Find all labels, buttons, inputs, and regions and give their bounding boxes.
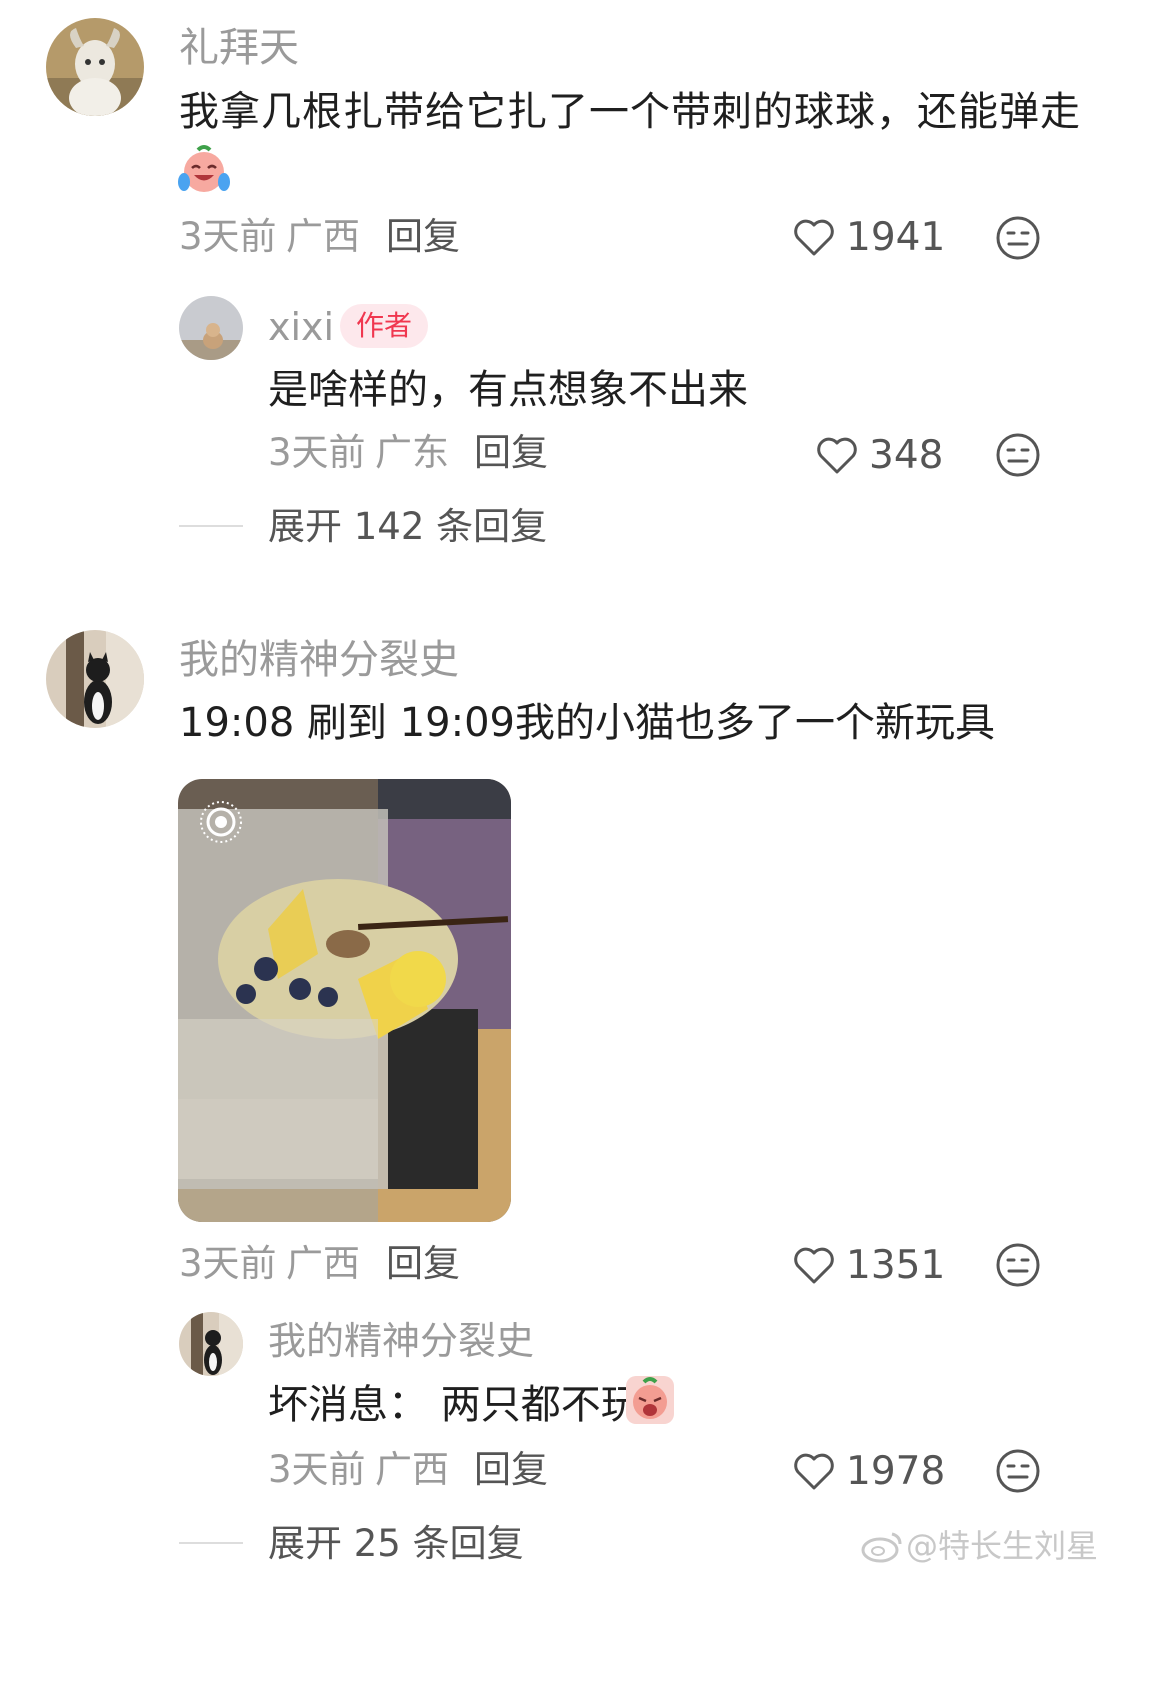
heart-icon [794,1247,834,1284]
reply-text: 坏消息： 两只都不玩 [268,1382,641,1428]
avatar[interactable] [46,18,144,116]
like-button[interactable]: 1941 [792,214,945,260]
dislike-face-icon [996,1449,1040,1493]
dislike-face-icon [996,216,1040,260]
crying-emoji-icon [626,1376,674,1424]
comment-time: 3天前 [179,215,277,258]
like-count: 1978 [846,1448,946,1494]
divider [179,525,243,527]
reply-location: 广西 [375,1448,449,1491]
dislike-button[interactable] [994,1447,1042,1495]
like-button[interactable]: 1978 [792,1448,945,1494]
fruit-bowl-photo [178,779,511,1222]
expand-replies-button[interactable]: 展开 25 条回复 [268,1525,524,1562]
reply-text: 是啥样的，有点想象不出来 [268,367,748,413]
reply-location: 广东 [375,431,449,474]
dislike-button[interactable] [994,214,1042,262]
reply-username[interactable]: xixi [268,308,334,346]
watermark: @特长生刘星 [906,1527,1099,1565]
comment-image[interactable] [178,779,511,1222]
heart-icon [817,437,857,474]
reply-button[interactable]: 回复 [386,1245,460,1282]
goat-avatar-icon [46,18,144,116]
reply-time: 3天前 [268,1448,366,1491]
like-count: 1351 [846,1242,946,1288]
dislike-button[interactable] [994,431,1042,479]
comment-location: 广西 [286,215,360,258]
reply-button[interactable]: 回复 [474,1451,548,1488]
expand-replies-button[interactable]: 展开 142 条回复 [268,508,547,545]
comment-username[interactable]: 我的精神分裂史 [179,640,459,680]
dog-avatar-icon [179,296,243,360]
comment-location: 广西 [286,1242,360,1285]
dislike-face-icon [996,433,1040,477]
dislike-face-icon [996,1243,1040,1287]
reply-time: 3天前 [268,431,366,474]
heart-icon [794,219,834,256]
comment-text: 19:08 刷到 19:09我的小猫也多了一个新玩具 [179,700,995,746]
like-button[interactable]: 1351 [792,1242,945,1288]
live-photo-icon[interactable] [198,799,244,845]
comment-time: 3天前 [179,1242,277,1285]
divider [179,1542,243,1544]
cat-avatar-icon [179,1312,243,1376]
like-count: 1941 [846,214,946,260]
reply-button[interactable]: 回复 [474,434,548,471]
comment-text: 我拿几根扎带给它扎了一个带刺的球球，还能弹走 [179,89,1081,135]
avatar[interactable] [179,1312,243,1376]
heart-icon [794,1453,834,1490]
avatar[interactable] [46,630,144,728]
like-count: 348 [869,432,944,478]
laughing-tears-emoji-icon [178,144,230,196]
dislike-button[interactable] [994,1241,1042,1289]
cat-avatar-icon [46,630,144,728]
reply-username[interactable]: 我的精神分裂史 [268,1322,534,1360]
like-button[interactable]: 348 [815,432,943,478]
avatar[interactable] [179,296,243,360]
reply-button[interactable]: 回复 [386,218,460,255]
comment-username[interactable]: 礼拜天 [179,28,299,68]
author-badge: 作者 [340,304,429,348]
weibo-logo-icon [860,1528,904,1564]
